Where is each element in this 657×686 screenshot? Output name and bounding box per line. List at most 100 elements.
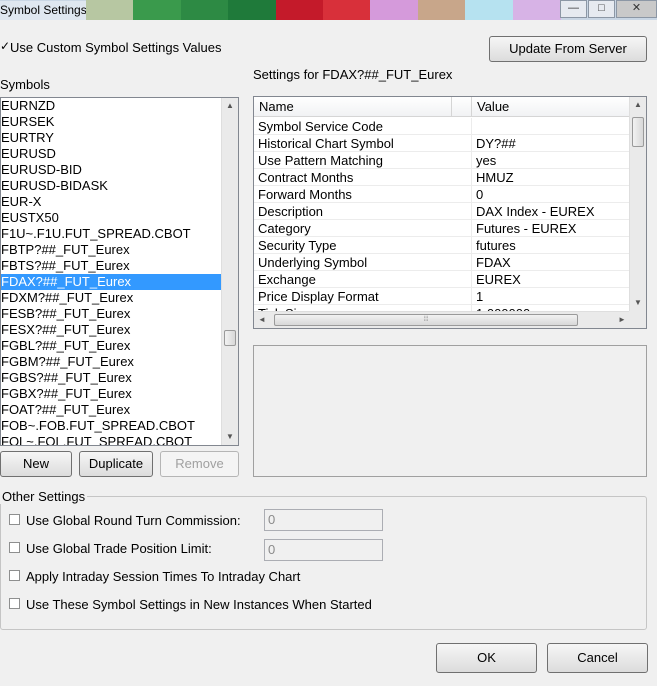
settings-row[interactable]: Underlying Symbol FDAX xyxy=(254,254,630,271)
maximize-button[interactable]: □ xyxy=(588,0,615,18)
grid-vscroll-thumb[interactable] xyxy=(632,117,644,147)
grid-scroll-down-icon[interactable]: ▼ xyxy=(630,295,646,311)
settings-row[interactable]: Category Futures - EUREX xyxy=(254,220,630,237)
settings-row[interactable]: Price Display Format 1 xyxy=(254,288,630,305)
grid-scroll-left-icon[interactable]: ◄ xyxy=(254,312,270,328)
taskbar-strip-segment xyxy=(86,0,135,20)
taskbar-strip-segment xyxy=(512,0,561,20)
cancel-button[interactable]: Cancel xyxy=(547,643,648,673)
global-commission-input[interactable]: 0 xyxy=(264,509,383,531)
setting-name: Exchange xyxy=(254,271,472,288)
symbol-list-item[interactable]: FDXM?##_FUT_Eurex xyxy=(1,290,222,306)
taskbar-strip-segment xyxy=(275,0,324,20)
taskbar-strip-segment xyxy=(370,0,419,20)
symbol-list-item[interactable]: FGBM?##_FUT_Eurex xyxy=(1,354,222,370)
symbol-list-item[interactable]: EUR-X xyxy=(1,194,222,210)
setting-value[interactable] xyxy=(472,118,630,135)
symbol-list-item[interactable]: EURTRY xyxy=(1,130,222,146)
other-settings-title: Other Settings xyxy=(0,489,88,504)
symbol-list-item[interactable]: EURSEK xyxy=(1,114,222,130)
setting-value[interactable]: EUREX xyxy=(472,271,630,288)
setting-value[interactable]: 1 xyxy=(472,288,630,305)
settings-row[interactable]: Contract Months HMUZ xyxy=(254,169,630,186)
symbol-list-item[interactable]: EURUSD-BIDASK xyxy=(1,178,222,194)
symbol-list-item[interactable]: FESX?##_FUT_Eurex xyxy=(1,322,222,338)
grid-hscroll-thumb[interactable]: ⦙⦙⦙ xyxy=(274,314,578,326)
symbol-list-item[interactable]: FGBX?##_FUT_Eurex xyxy=(1,386,222,402)
global-position-limit-label: Use Global Trade Position Limit: xyxy=(26,541,212,556)
symbol-list-item[interactable]: EUSTX50 xyxy=(1,210,222,226)
title-bar: Symbol Settings — □ ✕ xyxy=(0,0,657,20)
setting-value[interactable]: DY?## xyxy=(472,135,630,152)
new-instances-checkbox[interactable] xyxy=(9,598,20,609)
grid-horizontal-scrollbar[interactable]: ◄ ⦙⦙⦙ ► xyxy=(254,311,630,328)
setting-value[interactable]: FDAX xyxy=(472,254,630,271)
setting-name: Underlying Symbol xyxy=(254,254,472,271)
settings-row[interactable]: Security Type futures xyxy=(254,237,630,254)
settings-row[interactable]: Forward Months 0 xyxy=(254,186,630,203)
column-splitter[interactable] xyxy=(452,97,472,117)
setting-value[interactable]: HMUZ xyxy=(472,169,630,186)
window-title: Symbol Settings xyxy=(0,1,86,20)
settings-grid[interactable]: Name Value Symbol Service Code Historical… xyxy=(253,96,647,329)
symbol-list-item[interactable]: EURUSD-BID xyxy=(1,162,222,178)
symbol-list-item[interactable]: FGBS?##_FUT_Eurex xyxy=(1,370,222,386)
global-position-limit-input[interactable]: 0 xyxy=(264,539,383,561)
name-column-header[interactable]: Name xyxy=(254,97,452,117)
new-button[interactable]: New xyxy=(0,451,72,477)
setting-name: Historical Chart Symbol xyxy=(254,135,472,152)
remove-button[interactable]: Remove xyxy=(160,451,239,477)
grid-vertical-scrollbar[interactable]: ▲ ▼ xyxy=(629,97,646,311)
setting-value[interactable]: 0 xyxy=(472,186,630,203)
scroll-down-arrow-icon[interactable]: ▼ xyxy=(222,429,238,445)
symbol-list-item[interactable]: EURNZD xyxy=(1,98,222,114)
use-custom-checkbox[interactable]: ✓ xyxy=(0,40,10,52)
taskbar-strip-segment xyxy=(180,0,230,20)
setting-name: Category xyxy=(254,220,472,237)
symbol-list-item[interactable]: FBTP?##_FUT_Eurex xyxy=(1,242,222,258)
global-position-limit-checkbox[interactable] xyxy=(9,542,20,553)
settings-row[interactable]: Symbol Service Code xyxy=(254,118,630,135)
symbol-list-item[interactable]: FOB~.FOB.FUT_SPREAD.CBOT xyxy=(1,418,222,434)
settings-row[interactable]: Historical Chart Symbol DY?## xyxy=(254,135,630,152)
settings-row[interactable]: Exchange EUREX xyxy=(254,271,630,288)
update-from-server-button[interactable]: Update From Server xyxy=(489,36,647,62)
symbol-list-item[interactable]: FDAX?##_FUT_Eurex xyxy=(1,274,222,290)
minimize-button[interactable]: — xyxy=(560,0,587,18)
symbol-list-item[interactable]: FOAT?##_FUT_Eurex xyxy=(1,402,222,418)
symbols-listbox[interactable]: EURNZD EURSEK EURTRY EURUSD EURUSD-BID EURUSD… xyxy=(0,97,239,446)
setting-name: Contract Months xyxy=(254,169,472,186)
setting-value[interactable]: yes xyxy=(472,152,630,169)
grid-scroll-up-icon[interactable]: ▲ xyxy=(630,97,646,113)
setting-name: Description xyxy=(254,203,472,220)
symbol-list-item[interactable]: FGBL?##_FUT_Eurex xyxy=(1,338,222,354)
settings-title: Settings for FDAX?##_FUT_Eurex xyxy=(253,67,453,82)
intraday-session-checkbox[interactable] xyxy=(9,570,20,581)
scroll-up-arrow-icon[interactable]: ▲ xyxy=(222,98,238,114)
symbols-scrollbar[interactable]: ▲ ▼ xyxy=(221,98,238,445)
grid-scroll-corner xyxy=(629,311,646,328)
symbol-list-item[interactable]: FBTS?##_FUT_Eurex xyxy=(1,258,222,274)
ok-button[interactable]: OK xyxy=(436,643,537,673)
value-column-header[interactable]: Value xyxy=(472,97,630,117)
symbol-list-item[interactable]: FESB?##_FUT_Eurex xyxy=(1,306,222,322)
taskbar-strip-segment xyxy=(417,0,467,20)
setting-value[interactable]: futures xyxy=(472,237,630,254)
symbol-list-item[interactable]: F1U~.F1U.FUT_SPREAD.CBOT xyxy=(1,226,222,242)
global-commission-checkbox[interactable] xyxy=(9,514,20,525)
new-instances-label: Use These Symbol Settings in New Instanc… xyxy=(26,597,372,612)
setting-value[interactable]: Futures - EUREX xyxy=(472,220,630,237)
symbol-list-item[interactable]: EURUSD xyxy=(1,146,222,162)
symbol-list-item[interactable]: FOL~.FOL.FUT_SPREAD.CBOT xyxy=(1,434,222,445)
grid-scroll-right-icon[interactable]: ► xyxy=(614,312,630,328)
scroll-thumb[interactable] xyxy=(224,330,236,346)
setting-name: Price Display Format xyxy=(254,288,472,305)
close-button[interactable]: ✕ xyxy=(616,0,657,18)
settings-row[interactable]: Use Pattern Matching yes xyxy=(254,152,630,169)
setting-value[interactable]: DAX Index - EUREX xyxy=(472,203,630,220)
taskbar-strip-segment xyxy=(228,0,277,20)
duplicate-button[interactable]: Duplicate xyxy=(79,451,153,477)
settings-row[interactable]: Description DAX Index - EUREX xyxy=(254,203,630,220)
symbols-items: EURNZD EURSEK EURTRY EURUSD EURUSD-BID EURUSD… xyxy=(1,98,222,445)
description-pane xyxy=(253,345,647,477)
